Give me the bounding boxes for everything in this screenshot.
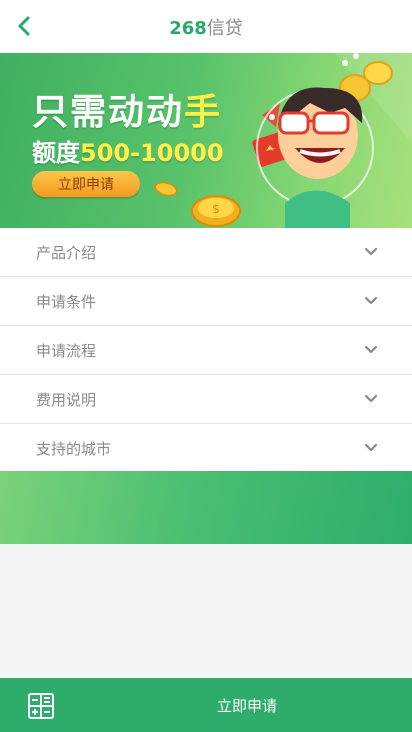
coin-icon: $ (154, 181, 241, 227)
accordion-item-fees[interactable]: 费用说明 (0, 374, 412, 423)
banner-amount-range: 额度500-10000 (32, 133, 224, 168)
calculator-icon (28, 693, 54, 719)
bottom-action-bar: 立即申请 (0, 678, 412, 732)
calculator-button[interactable] (28, 693, 54, 719)
accordion-label: 费用说明 (36, 390, 97, 409)
banner-headline-highlight: 手 (184, 92, 223, 133)
accordion-item-requirements[interactable]: 申请条件 (0, 276, 412, 325)
coin-symbol: $ (212, 202, 220, 216)
accordion-label: 产品介绍 (36, 243, 97, 262)
chevron-down-icon (364, 343, 378, 357)
banner-apply-button[interactable]: 立即申请 (32, 171, 140, 197)
accordion-item-process[interactable]: 申请流程 (0, 325, 412, 374)
banner-headline: 只需动动手 (32, 83, 222, 135)
app-header: 268信贷 (0, 0, 412, 53)
rocket-icon (262, 103, 280, 127)
chevron-down-icon (364, 441, 378, 455)
green-promo-strip (0, 471, 412, 544)
info-accordion: 产品介绍 申请条件 申请流程 费用说明 支持的城市 (0, 228, 412, 472)
chevron-down-icon (364, 392, 378, 406)
page-title: 268信贷 (169, 14, 243, 40)
chevron-left-icon (18, 16, 30, 36)
accordion-label: 支持的城市 (36, 439, 112, 458)
chevron-down-icon (364, 294, 378, 308)
banner-amount-prefix: 额度 (32, 139, 80, 167)
banner-amount-value: 500-10000 (80, 139, 224, 167)
page-title-number: 268 (169, 17, 207, 39)
accordion-item-product-intro[interactable]: 产品介绍 (0, 228, 412, 276)
banner-headline-main: 只需动动 (32, 92, 185, 133)
accordion-label: 申请流程 (36, 341, 97, 360)
accordion-label: 申请条件 (36, 292, 97, 311)
back-button[interactable] (10, 12, 38, 40)
accordion-item-cities[interactable]: 支持的城市 (0, 423, 412, 472)
chevron-down-icon (364, 245, 378, 259)
apply-now-button[interactable]: 立即申请 (190, 693, 304, 717)
promo-banner[interactable]: $ 只需动动手 额度500-10000 立即申请 (0, 53, 412, 228)
page-title-text: 信贷 (206, 17, 243, 39)
